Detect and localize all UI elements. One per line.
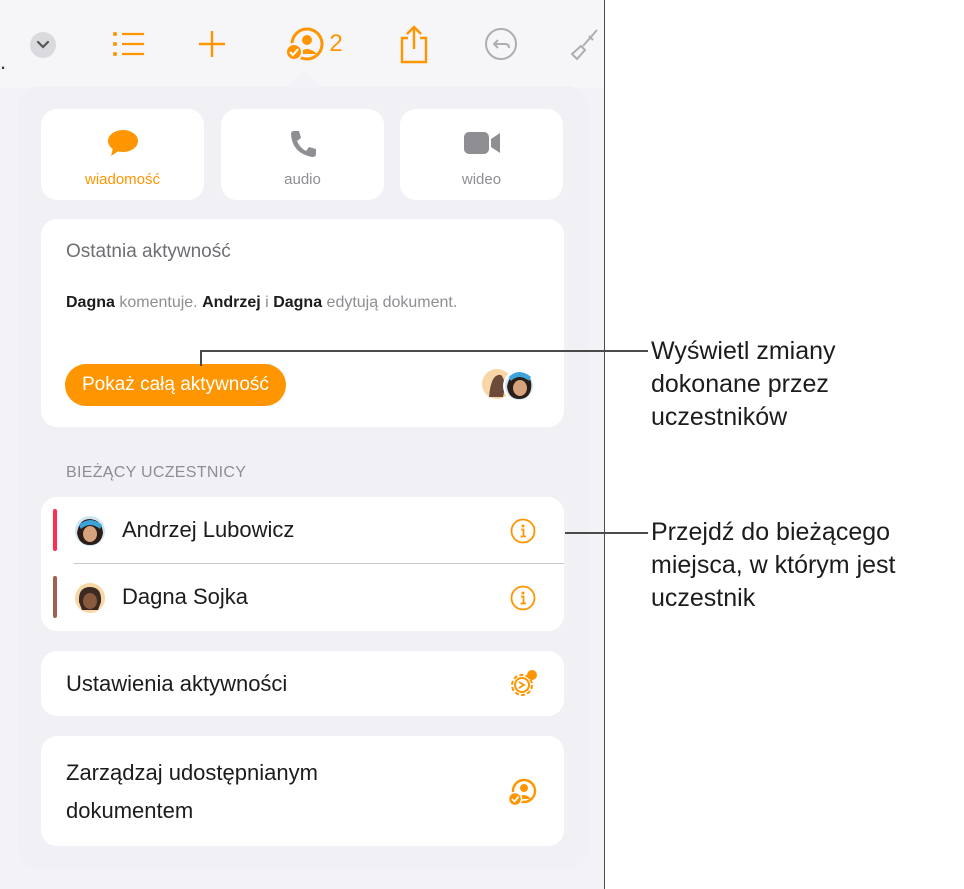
plus-icon[interactable] (194, 22, 230, 66)
app-window: . 2 wiadomość audio wideo Ostatnia aktyw… (0, 0, 605, 889)
phone-icon (289, 127, 317, 159)
participant-row[interactable]: Dagna Sojka (41, 564, 564, 631)
info-icon[interactable] (510, 518, 536, 544)
callout-line (200, 350, 648, 352)
participant-name: Dagna Sojka (122, 584, 248, 609)
callout-participant: Przejdź do bieżącego miejsca, w którym j… (651, 518, 896, 612)
activity-user-name: Dagna (66, 294, 115, 311)
activity-user-name: Andrzej (202, 294, 261, 311)
recent-activity-title: Ostatnia aktywność (66, 241, 231, 262)
video-button[interactable]: wideo (400, 109, 563, 200)
activity-text-part: edytują dokument. (322, 294, 458, 311)
current-participants-heading: BIEŻĄCY UCZESTNICY (66, 464, 247, 481)
recent-activity-text: Dagna komentuje. Andrzej i Dagna edytują… (66, 287, 536, 318)
collaboration-icon (507, 778, 537, 807)
undo-icon[interactable] (482, 22, 520, 66)
participant-color-bar (53, 509, 57, 551)
callout-activity: Wyświetl zmiany dokonane przez uczestnik… (651, 337, 836, 431)
participants-list: Andrzej Lubowicz Dagna Sojka (41, 497, 564, 631)
activity-settings-row[interactable]: Ustawienia aktywności (41, 651, 564, 716)
collaboration-button[interactable]: 2 (278, 22, 348, 66)
recent-activity-card: Ostatnia aktywność Dagna komentuje. Andr… (41, 219, 564, 427)
popover-arrow (286, 70, 322, 88)
paintbrush-icon[interactable] (566, 22, 604, 66)
message-label: wiadomość (84, 171, 161, 188)
audio-label: audio (284, 171, 321, 188)
participant-row[interactable]: Andrzej Lubowicz (41, 497, 564, 564)
truncated-title: . (0, 49, 7, 74)
share-icon[interactable] (396, 22, 432, 66)
manage-shared-document-row[interactable]: Zarządzaj udostępnianym dokumentem (41, 736, 564, 846)
audio-button[interactable]: audio (221, 109, 384, 200)
callout-line (200, 350, 202, 366)
list-icon[interactable] (108, 22, 148, 66)
show-all-activity-button[interactable]: Pokaż całą aktywność (65, 364, 286, 406)
info-icon[interactable] (510, 585, 536, 611)
chevron-down-icon[interactable] (30, 32, 56, 58)
activity-settings-label: Ustawienia aktywności (66, 671, 288, 696)
video-label: wideo (461, 171, 502, 188)
video-camera-icon (463, 127, 501, 159)
collaboration-icon (285, 27, 324, 61)
message-bubble-icon (106, 127, 140, 159)
activity-user-name: Dagna (273, 294, 323, 311)
manage-shared-document-label: Zarządzaj udostępnianym dokumentem (66, 760, 318, 823)
avatar (75, 516, 105, 546)
callout-line (565, 532, 648, 534)
message-button[interactable]: wiadomość (41, 109, 204, 200)
participant-color-bar (53, 576, 57, 618)
gear-icon (511, 670, 537, 696)
participant-avatars-icon (482, 369, 535, 402)
avatar (75, 583, 105, 613)
collab-count: 2 (329, 30, 343, 57)
participant-name: Andrzej Lubowicz (122, 517, 295, 542)
activity-text-part: komentuje. (114, 294, 203, 311)
activity-text-part: i (260, 294, 274, 311)
